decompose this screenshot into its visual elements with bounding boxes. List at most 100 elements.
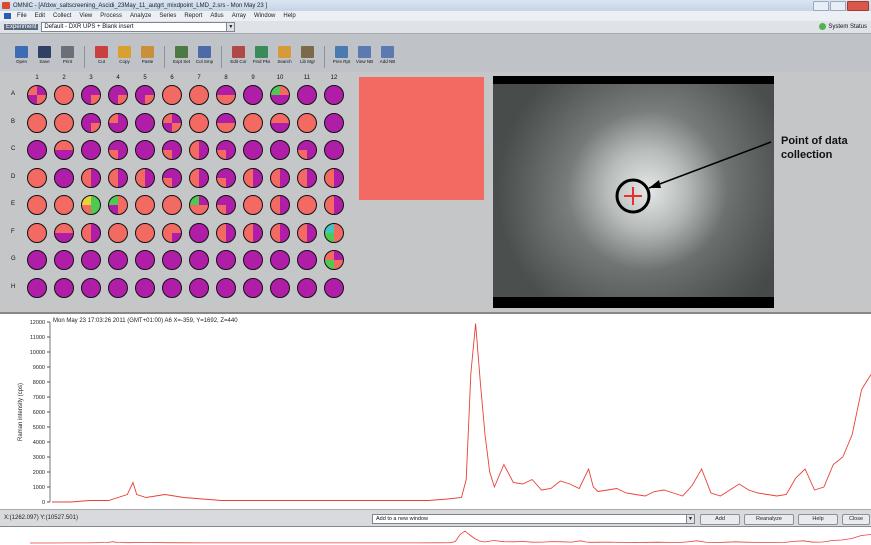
well-A5[interactable] [135, 85, 155, 105]
menu-analyze[interactable]: Analyze [130, 13, 151, 19]
well-D9[interactable] [243, 167, 263, 188]
menu-help[interactable]: Help [283, 13, 295, 19]
well-B9[interactable] [243, 112, 263, 133]
well-B4[interactable] [108, 112, 128, 133]
restore-button[interactable] [830, 1, 846, 11]
well-E6[interactable] [162, 195, 182, 215]
well-G9[interactable] [243, 250, 263, 270]
camera-view[interactable] [493, 76, 774, 308]
well-B7[interactable] [189, 112, 209, 133]
well-A6[interactable] [162, 85, 182, 105]
well-H11[interactable] [297, 277, 317, 298]
well-E1[interactable] [27, 195, 47, 215]
well-D3[interactable] [81, 167, 101, 188]
well-D8[interactable] [216, 167, 236, 188]
well-E3[interactable] [81, 195, 101, 215]
paste-button[interactable]: Paste [136, 46, 159, 64]
well-C3[interactable] [81, 140, 101, 160]
expt-set-button[interactable]: Expt Set [170, 46, 193, 64]
well-G10[interactable] [270, 250, 290, 270]
well-C11[interactable] [297, 140, 317, 160]
well-H12[interactable] [324, 277, 344, 298]
add-nb-button[interactable]: Add NB [376, 46, 399, 64]
well-H3[interactable] [81, 277, 101, 298]
well-A11[interactable] [297, 85, 317, 105]
well-C4[interactable] [108, 140, 128, 160]
well-F8[interactable] [216, 222, 236, 243]
close-dialog-button[interactable]: Close [842, 514, 870, 525]
close-button[interactable] [847, 1, 869, 11]
well-E7[interactable] [189, 195, 209, 215]
well-E9[interactable] [243, 195, 263, 215]
open-button[interactable]: Open [10, 46, 33, 64]
copy-button[interactable]: Copy [113, 46, 136, 64]
minimize-button[interactable] [813, 1, 829, 11]
well-H7[interactable] [189, 277, 209, 298]
well-D2[interactable] [54, 167, 74, 188]
well-H5[interactable] [135, 277, 155, 298]
well-G5[interactable] [135, 250, 155, 270]
chevron-down-icon[interactable]: ▼ [226, 23, 235, 31]
well-E2[interactable] [54, 195, 74, 215]
well-C7[interactable] [189, 140, 209, 160]
well-C6[interactable] [162, 140, 182, 160]
reanalyze-button[interactable]: Reanalyze [744, 514, 794, 525]
well-F2[interactable] [54, 222, 74, 243]
well-G2[interactable] [54, 250, 74, 270]
well-F9[interactable] [243, 222, 263, 243]
menu-edit[interactable]: Edit [35, 13, 45, 19]
print-button[interactable]: Print [56, 46, 79, 64]
well-B5[interactable] [135, 112, 155, 133]
well-G12[interactable] [324, 250, 344, 270]
help-button[interactable]: Help [798, 514, 838, 525]
well-B2[interactable] [54, 112, 74, 133]
well-E5[interactable] [135, 195, 155, 215]
well-G4[interactable] [108, 250, 128, 270]
find-pks-button[interactable]: Find Pks [250, 46, 273, 64]
experiment-select[interactable]: Default - DXR UPS + Blank insert ▼ [41, 22, 236, 32]
menu-view[interactable]: View [79, 13, 92, 19]
well-F7[interactable] [189, 222, 209, 243]
well-A12[interactable] [324, 85, 344, 105]
search-button[interactable]: Search [273, 46, 296, 64]
well-A3[interactable] [81, 85, 101, 105]
well-H2[interactable] [54, 277, 74, 298]
well-F6[interactable] [162, 222, 182, 243]
well-F12[interactable] [324, 222, 344, 243]
well-D5[interactable] [135, 167, 155, 188]
well-H9[interactable] [243, 277, 263, 298]
well-F4[interactable] [108, 222, 128, 243]
cut-button[interactable]: Cut [90, 46, 113, 64]
well-G8[interactable] [216, 250, 236, 270]
well-B1[interactable] [27, 112, 47, 133]
add-window-select[interactable]: Add to a new window ▼ [372, 514, 695, 524]
well-B3[interactable] [81, 112, 101, 133]
well-B8[interactable] [216, 112, 236, 133]
edit-cor-button[interactable]: Edit Cor [227, 46, 250, 64]
well-C10[interactable] [270, 140, 290, 160]
well-G1[interactable] [27, 250, 47, 270]
well-C5[interactable] [135, 140, 155, 160]
well-H1[interactable] [27, 277, 47, 298]
well-B6[interactable] [162, 112, 182, 133]
well-A2[interactable] [54, 85, 74, 105]
well-F11[interactable] [297, 222, 317, 243]
add-button[interactable]: Add [700, 514, 740, 525]
well-E8[interactable] [216, 195, 236, 215]
well-G3[interactable] [81, 250, 101, 270]
well-C1[interactable] [27, 140, 47, 160]
well-A1[interactable] [27, 85, 47, 105]
menu-process[interactable]: Process [100, 13, 122, 19]
menu-atlus[interactable]: Atlus [210, 13, 223, 19]
well-D12[interactable] [324, 167, 344, 188]
well-G7[interactable] [189, 250, 209, 270]
menu-array[interactable]: Array [232, 13, 246, 19]
well-A7[interactable] [189, 85, 209, 105]
well-C8[interactable] [216, 140, 236, 160]
well-E11[interactable] [297, 195, 317, 215]
well-C2[interactable] [54, 140, 74, 160]
well-D6[interactable] [162, 167, 182, 188]
system-status[interactable]: System Status [819, 23, 867, 30]
well-A4[interactable] [108, 85, 128, 105]
col-smp-button[interactable]: Col Smp [193, 46, 216, 64]
